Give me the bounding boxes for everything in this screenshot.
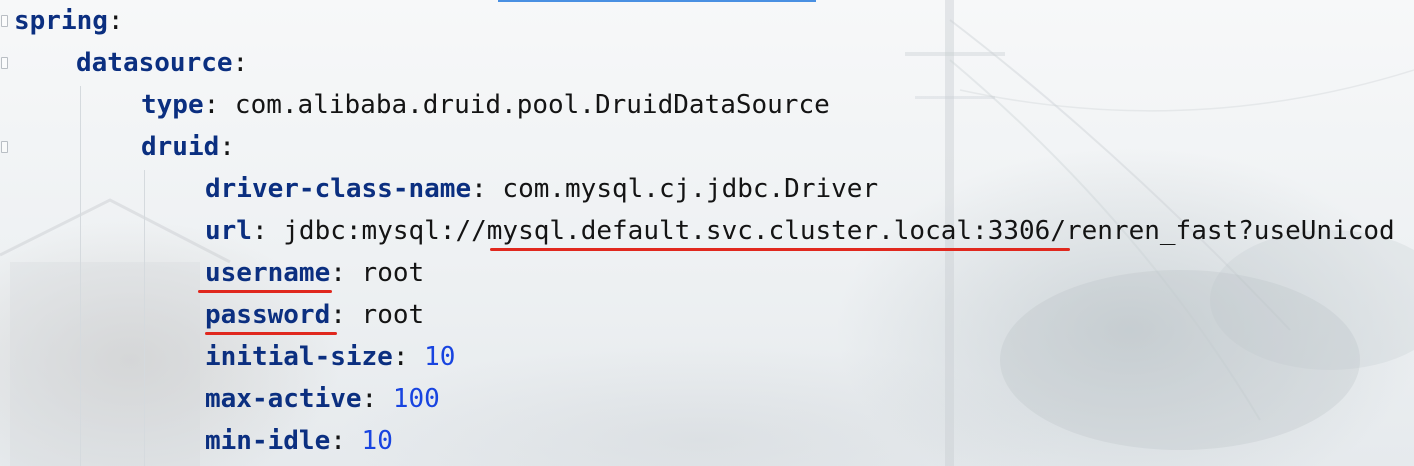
code-line[interactable]: min-idle: 10 [205, 420, 393, 462]
code-line[interactable]: driver-class-name: com.mysql.cj.jdbc.Dri… [205, 168, 878, 210]
indent-guide [80, 86, 81, 466]
yaml-key: username [205, 258, 331, 288]
yaml-colon: : [232, 48, 249, 78]
code-line[interactable]: username: root [205, 252, 424, 294]
fold-marker-icon[interactable] [1, 15, 8, 27]
yaml-key: max-active [205, 384, 362, 414]
url-host-annotation-underline [490, 248, 1070, 251]
active-tab-indicator [498, 0, 816, 2]
yaml-value: jdbc:mysql:// [267, 216, 487, 246]
yaml-colon: : [361, 384, 378, 414]
code-line[interactable]: url: jdbc:mysql://mysql.default.svc.clus… [205, 210, 1395, 252]
yaml-value: /renren_fast?useUnicod [1050, 216, 1395, 246]
yaml-key: type [141, 90, 204, 120]
yaml-colon: : [330, 426, 346, 456]
code-line[interactable]: spring: [14, 0, 124, 42]
yaml-value: com.alibaba.druid.pool.DruidDataSource [219, 90, 830, 120]
code-line[interactable]: type: com.alibaba.druid.pool.DruidDataSo… [141, 84, 830, 126]
code-line[interactable]: initial-size: 10 [205, 336, 455, 378]
yaml-colon: : [219, 132, 235, 162]
yaml-colon: : [471, 174, 487, 204]
yaml-value: root [345, 300, 425, 330]
yaml-key: datasource [76, 48, 233, 78]
yaml-colon: : [107, 6, 124, 36]
yaml-number-value: 100 [377, 384, 440, 414]
yaml-code-editor[interactable]: spring: datasource: type: com.alibaba.dr… [0, 0, 1414, 466]
yaml-key: driver-class-name [205, 174, 472, 204]
yaml-colon: : [203, 90, 220, 120]
fold-marker-icon[interactable] [1, 141, 8, 153]
code-line[interactable]: druid: [141, 126, 235, 168]
yaml-colon: : [392, 342, 409, 372]
yaml-key: initial-size [205, 342, 393, 372]
yaml-key: druid [141, 132, 220, 162]
code-line[interactable]: max-active: 100 [205, 378, 440, 420]
code-gutter [0, 0, 12, 466]
yaml-key: password [205, 300, 331, 330]
yaml-colon: : [251, 216, 268, 246]
yaml-value: root [345, 258, 425, 288]
yaml-key: spring [14, 6, 108, 36]
code-line[interactable]: password: root [205, 294, 424, 336]
yaml-colon: : [330, 258, 346, 288]
fold-marker-icon[interactable] [1, 57, 8, 69]
username-annotation-underline [198, 290, 332, 293]
indent-guide [144, 170, 145, 466]
yaml-number-value: 10 [408, 342, 456, 372]
yaml-key: url [205, 216, 252, 246]
url-host-highlight: mysql.default.svc.cluster.local:3306 [486, 216, 1051, 246]
yaml-key: min-idle [205, 426, 331, 456]
yaml-number-value: 10 [345, 426, 393, 456]
yaml-colon: : [330, 300, 346, 330]
yaml-value: com.mysql.cj.jdbc.Driver [486, 174, 879, 204]
code-line[interactable]: datasource: [76, 42, 248, 84]
password-annotation-underline [205, 332, 337, 335]
